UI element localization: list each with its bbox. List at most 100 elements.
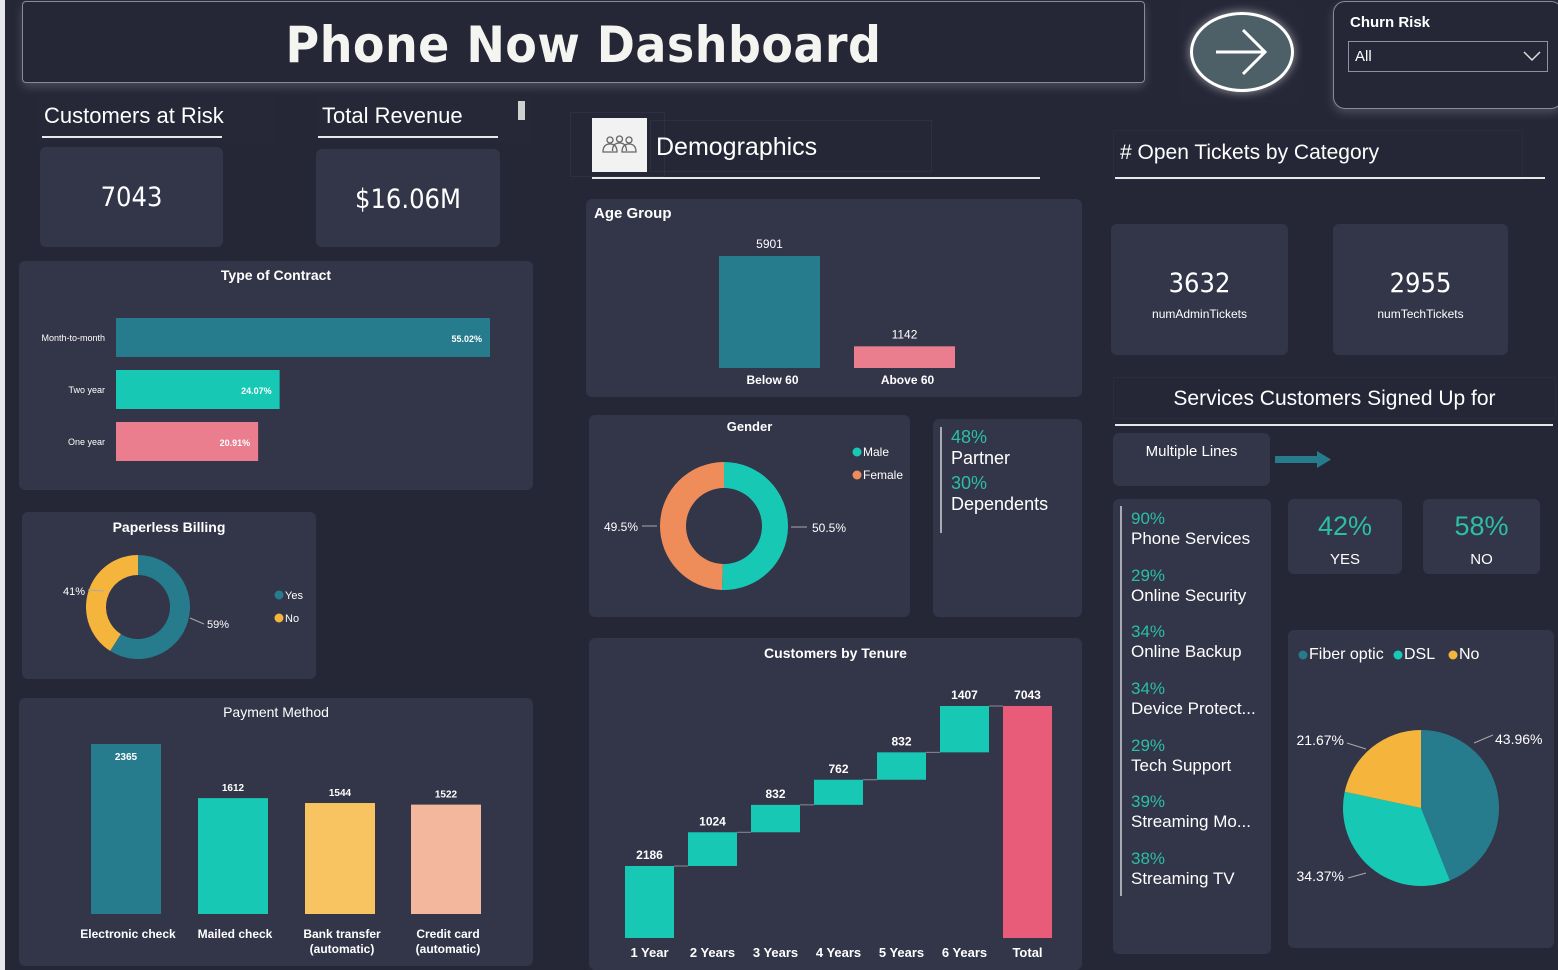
multiple-lines-yes-value: 42% xyxy=(1317,511,1373,541)
scroll-handle[interactable] xyxy=(518,101,525,120)
category-label: (automatic) xyxy=(310,942,375,956)
data-label: 1024 xyxy=(699,814,726,828)
data-label: 832 xyxy=(765,787,785,801)
service-percent: 29% xyxy=(1131,735,1166,755)
bar xyxy=(411,804,481,914)
paperless-chart: 59% 41% Yes No xyxy=(63,555,303,659)
data-label: 2186 xyxy=(636,848,663,862)
category-label: 2 Years xyxy=(690,945,735,960)
chevron-down-icon xyxy=(1523,51,1541,62)
legend-marker xyxy=(1393,650,1403,660)
divider xyxy=(318,136,498,138)
tech-tickets-label: numTechTickets xyxy=(1377,307,1464,321)
bar xyxy=(198,798,268,914)
category-label: (automatic) xyxy=(416,942,481,956)
bar xyxy=(305,803,375,914)
churn-risk-slicer: Churn Risk All xyxy=(1333,1,1558,109)
tech-tickets-value: 2955 xyxy=(1389,268,1452,299)
internet-chart: 43.96% 34.37% 21.67% Fiber optic DSL No xyxy=(1297,646,1542,886)
service-name: Online Security xyxy=(1131,585,1247,605)
bar xyxy=(688,832,737,866)
divider xyxy=(940,427,942,533)
total-revenue-card: $16.06M xyxy=(316,149,500,247)
slice xyxy=(660,462,724,590)
services-header: Services Customers Signed Up for xyxy=(1113,377,1556,419)
service-percent: 90% xyxy=(1131,509,1166,528)
category-label: 4 Years xyxy=(816,945,861,960)
service-item: 39% Streaming Mo... xyxy=(1131,792,1256,849)
dropdown-value: All xyxy=(1355,48,1372,65)
multiple-lines-yes-label: YES xyxy=(1329,551,1360,568)
dashboard-canvas: Phone Now Dashboard Churn Risk All Custo… xyxy=(5,0,1558,970)
legend-marker xyxy=(852,447,862,457)
age-chart-card: Age Group 5901 Below 60 1142 Above 60 xyxy=(586,199,1082,397)
service-name: Device Protect... xyxy=(1131,699,1256,719)
title-banner: Phone Now Dashboard xyxy=(22,1,1145,83)
churn-risk-dropdown[interactable]: All xyxy=(1348,41,1548,72)
bar xyxy=(854,346,955,368)
data-label: 49.5% xyxy=(604,520,638,534)
admin-tickets-card: 3632 numAdminTickets xyxy=(1111,224,1288,355)
partner-dependents-card: 48% Partner 30% Dependents xyxy=(933,419,1082,617)
bar xyxy=(116,318,490,357)
legend-label: No xyxy=(285,613,299,625)
category-label: 6 Years xyxy=(942,945,987,960)
category-label: 3 Years xyxy=(753,945,798,960)
stat-label: Dependents xyxy=(951,494,1049,514)
bar xyxy=(1003,706,1052,938)
data-label: 1407 xyxy=(951,688,978,702)
multiple-lines-label: Multiple Lines xyxy=(1145,443,1238,460)
contract-chart-card: Type of Contract 55.02% Month-to-month 24.… xyxy=(19,261,533,490)
data-label: 7043 xyxy=(1014,688,1041,702)
data-label: 50.5% xyxy=(812,521,846,535)
data-label: 762 xyxy=(828,762,848,776)
service-name: Streaming TV xyxy=(1131,869,1235,889)
customers-at-risk-label: Customers at Risk xyxy=(44,103,224,128)
category-label: Month-to-month xyxy=(41,333,105,343)
legend-marker xyxy=(1448,650,1458,660)
service-percent: 34% xyxy=(1131,679,1166,699)
service-percent: 38% xyxy=(1131,849,1166,869)
multiple-lines-no-card: 58% NO xyxy=(1423,499,1540,574)
category-label: Above 60 xyxy=(881,373,935,387)
multiple-lines-no-label: NO xyxy=(1470,551,1493,568)
bar xyxy=(877,752,926,780)
category-label: Below 60 xyxy=(746,373,798,387)
legend-label: Male xyxy=(863,445,889,459)
age-chart: 5901 Below 60 1142 Above 60 xyxy=(719,237,955,387)
customers-at-risk-card: 7043 xyxy=(40,147,223,247)
slicer-label: Churn Risk xyxy=(1350,14,1431,31)
data-label: 43.96% xyxy=(1495,731,1542,747)
category-label: Bank transfer xyxy=(303,927,381,941)
legend-label: Female xyxy=(863,468,903,482)
arrow-right-icon xyxy=(1275,451,1331,468)
admin-tickets-label: numAdminTickets xyxy=(1152,307,1247,321)
services-heading: Services Customers Signed Up for xyxy=(1173,387,1496,410)
service-item: 34% Online Backup xyxy=(1131,622,1256,679)
stat-item: 48% Partner xyxy=(951,427,1048,469)
category-label: Mailed check xyxy=(198,927,273,941)
gender-chart: 50.5% 49.5% Male Female xyxy=(604,445,903,590)
bar xyxy=(940,706,989,753)
stat-label: Partner xyxy=(951,448,1011,468)
customers-at-risk-value: 7043 xyxy=(100,182,163,213)
service-name: Streaming Mo... xyxy=(1131,812,1251,832)
legend-label: DSL xyxy=(1404,646,1435,663)
open-tickets-header: # Open Tickets by Category xyxy=(1113,130,1523,180)
category-label: 1 Year xyxy=(630,945,668,960)
total-revenue-label: Total Revenue xyxy=(322,103,463,128)
services-list-card: 90% Phone Services 29% Online Security 34% On… xyxy=(1113,499,1271,954)
service-percent: 29% xyxy=(1131,565,1166,585)
divider xyxy=(592,177,1040,179)
multiple-lines-yes-card: 42% YES xyxy=(1288,499,1402,574)
slice xyxy=(85,555,138,651)
bar xyxy=(814,779,863,805)
divider xyxy=(42,136,222,138)
legend-marker xyxy=(852,470,862,480)
bar xyxy=(91,744,161,914)
next-page-button[interactable] xyxy=(1190,12,1294,92)
service-item: 29% Online Security xyxy=(1131,566,1256,623)
data-label: 1522 xyxy=(435,790,458,801)
category-label: 5 Years xyxy=(879,945,924,960)
contract-chart: 55.02% Month-to-month 24.07% Two year 20.91%… xyxy=(41,318,490,461)
